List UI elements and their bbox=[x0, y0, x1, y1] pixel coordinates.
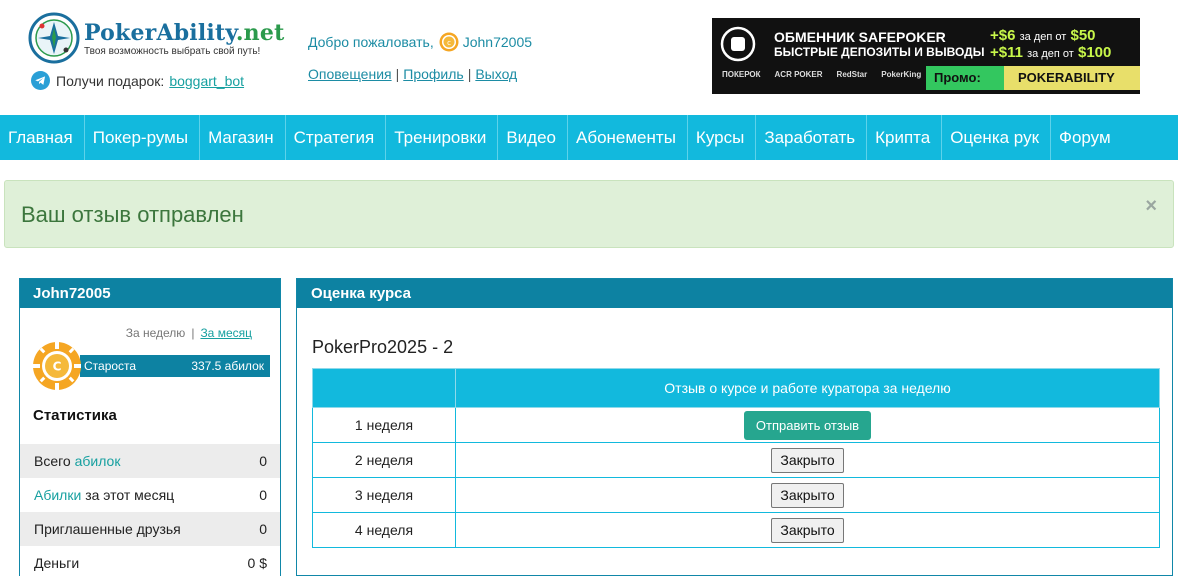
nav-video[interactable]: Видео bbox=[498, 115, 568, 160]
course-name: PokerPro2025 - 2 bbox=[312, 337, 454, 357]
site-header: PokerAbility.net Твоя возможность выбрат… bbox=[0, 0, 1178, 115]
banner-title: ОБМЕННИК SAFEPOKER bbox=[774, 29, 946, 45]
table-row: 1 неделя Отправить отзыв bbox=[312, 407, 1160, 443]
stats-list: Всего абилок 0 Абилки за этот месяц 0 Пр… bbox=[20, 444, 280, 576]
main-nav: Главная Покер-румы Магазин Стратегия Тре… bbox=[0, 115, 1178, 160]
room-pokerking: PokerKing bbox=[881, 70, 922, 79]
abilki-link[interactable]: абилок bbox=[75, 453, 121, 469]
success-alert: Ваш отзыв отправлен × bbox=[4, 180, 1174, 248]
nav-shop[interactable]: Магазин bbox=[200, 115, 286, 160]
table-header-empty bbox=[312, 368, 456, 408]
nav-hand-review[interactable]: Оценка рук bbox=[942, 115, 1052, 160]
table-row: 2 неделя Закрыто bbox=[312, 442, 1160, 478]
safepoker-logo-icon bbox=[720, 26, 756, 62]
user-links: Оповещения | Профиль | Выход bbox=[308, 66, 518, 82]
nav-courses[interactable]: Курсы bbox=[688, 115, 757, 160]
logo-chip-icon bbox=[28, 12, 80, 64]
level-bar: Староста 337.5 абилок bbox=[80, 355, 270, 377]
abilki-month-link[interactable]: Абилки bbox=[34, 487, 81, 503]
telegram-icon bbox=[31, 71, 50, 90]
table-header-review: Отзыв о курсе и работе куратора за недел… bbox=[455, 368, 1160, 408]
nav-poker-rooms[interactable]: Покер-румы bbox=[85, 115, 201, 160]
logout-link[interactable]: Выход bbox=[475, 66, 517, 82]
site-logo[interactable]: PokerAbility.net Твоя возможность выбрат… bbox=[28, 12, 284, 64]
level-name: Староста bbox=[84, 359, 137, 373]
notifications-link[interactable]: Оповещения bbox=[308, 66, 392, 82]
panel-title: Оценка курса bbox=[297, 279, 1172, 308]
welcome-username[interactable]: John72005 bbox=[463, 34, 532, 50]
gift-text: Получи подарок: bbox=[56, 72, 165, 89]
ad-banner[interactable]: ОБМЕННИК SAFEPOKER БЫСТРЫЕ ДЕПОЗИТЫ И ВЫ… bbox=[712, 18, 1140, 94]
level-value: 337.5 абилок bbox=[191, 359, 264, 373]
closed-button[interactable]: Закрыто bbox=[771, 517, 844, 543]
banner-bonus-1: +$6 за деп от $50 bbox=[990, 27, 1096, 44]
stat-total: Всего абилок 0 bbox=[20, 444, 280, 478]
week-label: 3 неделя bbox=[312, 477, 456, 513]
table-row: 4 неделя Закрыто bbox=[312, 512, 1160, 548]
user-coin-icon: c bbox=[439, 32, 459, 52]
profile-link[interactable]: Профиль bbox=[403, 66, 463, 82]
level-coin-icon: C bbox=[33, 342, 81, 390]
stat-month-value: 0 bbox=[259, 487, 267, 503]
banner-bonus-2: +$11 за деп от $100 bbox=[990, 44, 1112, 61]
period-week[interactable]: За неделю bbox=[126, 326, 186, 340]
nav-strategy[interactable]: Стратегия bbox=[286, 115, 387, 160]
nav-home[interactable]: Главная bbox=[0, 115, 85, 160]
banner-room-logos: ПОКЕРОК ACR POKER RedStar PokerKing bbox=[722, 70, 921, 79]
period-switch: За неделю | За месяц bbox=[125, 326, 252, 340]
week-label: 1 неделя bbox=[312, 407, 456, 443]
nav-earn[interactable]: Заработать bbox=[756, 115, 868, 160]
table-row: 3 неделя Закрыто bbox=[312, 477, 1160, 513]
logo-slogan: Твоя возможность выбрать свой путь! bbox=[84, 45, 261, 57]
table-header-row: Отзыв о курсе и работе куратора за недел… bbox=[312, 368, 1160, 408]
stat-friends-value: 0 bbox=[259, 521, 267, 537]
closed-button[interactable]: Закрыто bbox=[771, 447, 844, 473]
closed-button[interactable]: Закрыто bbox=[771, 482, 844, 508]
course-review-panel: Оценка курса PokerPro2025 - 2 Отзыв о ку… bbox=[296, 278, 1173, 576]
svg-text:c: c bbox=[447, 39, 451, 47]
gift-line: Получи подарок: boggart_bot bbox=[31, 71, 244, 90]
nav-crypto[interactable]: Крипта bbox=[867, 115, 943, 160]
stat-money-value: 0 $ bbox=[247, 555, 267, 571]
gift-bot-link[interactable]: boggart_bot bbox=[169, 73, 244, 89]
nav-forum[interactable]: Форум bbox=[1051, 115, 1122, 160]
logo-name: PokerAbility.net bbox=[84, 19, 285, 46]
room-redstar: RedStar bbox=[836, 70, 868, 79]
coin-letter: C bbox=[53, 360, 62, 374]
nav-training[interactable]: Тренировки bbox=[386, 115, 499, 160]
banner-subtitle: БЫСТРЫЕ ДЕПОЗИТЫ И ВЫВОДЫ bbox=[774, 45, 985, 59]
room-pokerok: ПОКЕРОК bbox=[722, 70, 761, 79]
promo-code: POKERABILITY bbox=[1004, 66, 1140, 90]
send-review-button[interactable]: Отправить отзыв bbox=[743, 410, 872, 440]
stat-total-value: 0 bbox=[259, 453, 267, 469]
stat-money: Деньги 0 $ bbox=[34, 555, 267, 571]
stat-month: Абилки за этот месяц 0 bbox=[34, 487, 267, 503]
alert-message: Ваш отзыв отправлен bbox=[21, 202, 244, 227]
logo-tld: .net bbox=[235, 19, 285, 46]
banner-promo: Промо: POKERABILITY bbox=[926, 66, 1140, 90]
period-month[interactable]: За месяц bbox=[200, 326, 252, 340]
review-table: Отзыв о курсе и работе куратора за недел… bbox=[312, 368, 1160, 548]
promo-label: Промо: bbox=[926, 66, 1004, 90]
welcome-line: Добро пожаловать, c John72005 bbox=[308, 32, 532, 52]
nav-subscriptions[interactable]: Абонементы bbox=[568, 115, 688, 160]
week-label: 2 неделя bbox=[312, 442, 456, 478]
welcome-text: Добро пожаловать, bbox=[308, 34, 434, 50]
user-sidebar: John72005 За неделю | За месяц Староста 33… bbox=[19, 278, 281, 576]
room-acr: ACR POKER bbox=[774, 70, 823, 79]
stats-title: Статистика bbox=[33, 407, 117, 424]
sidebar-username: John72005 bbox=[20, 279, 280, 308]
stat-friends: Приглашенные друзья 0 bbox=[20, 512, 280, 546]
close-icon[interactable]: × bbox=[1145, 195, 1157, 218]
week-label: 4 неделя bbox=[312, 512, 456, 548]
